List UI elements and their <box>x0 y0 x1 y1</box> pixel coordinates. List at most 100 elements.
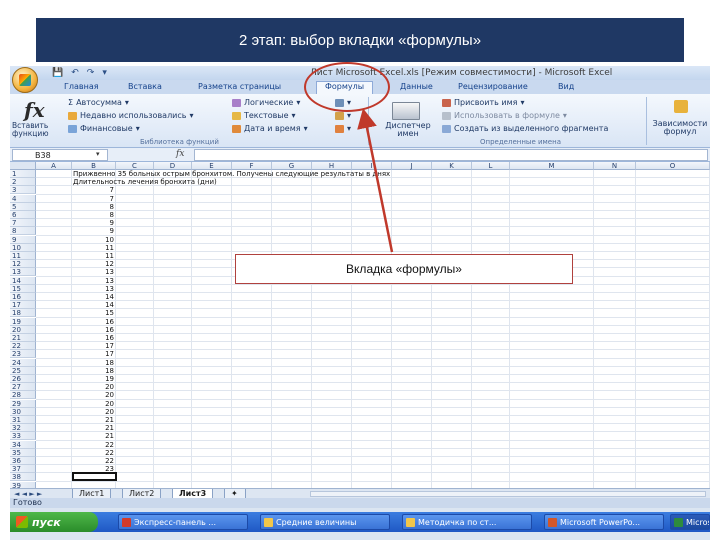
column-header[interactable]: E <box>192 162 232 170</box>
cell-value[interactable]: 16 <box>72 334 116 342</box>
row-header[interactable]: 35 <box>10 448 36 457</box>
datetime-functions-button[interactable]: Дата и время ▾ <box>232 124 308 133</box>
recent-functions-button[interactable]: Недавно использовались ▾ <box>68 111 194 120</box>
spreadsheet-grid[interactable]: A B C D E F G H I J K L M N O 1 2 3 4 5 6 7 8 9 10 11 12 13 14 15 16 17… <box>10 162 710 488</box>
column-header[interactable]: G <box>272 162 312 170</box>
cell-value[interactable]: 9 <box>72 219 116 227</box>
row-header[interactable]: 3 <box>10 186 36 195</box>
cell-value[interactable]: 22 <box>72 457 116 465</box>
redo-icon[interactable]: ↷ <box>87 68 95 78</box>
cell-value[interactable]: 21 <box>72 432 116 440</box>
column-header[interactable]: M <box>510 162 594 170</box>
selected-cell[interactable] <box>72 472 117 482</box>
undo-icon[interactable]: ↶ <box>71 68 79 78</box>
cell-value[interactable]: 20 <box>72 383 116 391</box>
row-header[interactable]: 12 <box>10 260 36 269</box>
row-header[interactable]: 21 <box>10 334 36 342</box>
cell-value[interactable]: 22 <box>72 449 116 457</box>
row-header[interactable]: 15 <box>10 284 36 293</box>
cell-value[interactable]: 12 <box>72 260 116 268</box>
cell-value[interactable]: 22 <box>72 441 116 449</box>
name-box-dropdown-icon[interactable]: ▾ <box>96 150 100 158</box>
row-header[interactable]: 2 <box>10 178 36 187</box>
row-header[interactable]: 17 <box>10 301 36 310</box>
row-header[interactable]: 6 <box>10 211 36 219</box>
office-button[interactable] <box>12 67 38 93</box>
row-header[interactable]: 5 <box>10 202 36 211</box>
logical-functions-button[interactable]: Логические ▾ <box>232 98 300 107</box>
column-header[interactable]: K <box>432 162 472 170</box>
use-in-formula-button[interactable]: Использовать в формуле ▾ <box>442 111 567 120</box>
formula-auditing-button[interactable]: Зависимости формул <box>650 120 710 136</box>
horizontal-scrollbar[interactable] <box>310 491 706 497</box>
row-header[interactable]: 10 <box>10 243 36 252</box>
row-header[interactable]: 38 <box>10 473 36 482</box>
column-header[interactable]: A <box>36 162 72 170</box>
column-header[interactable]: B <box>72 162 116 170</box>
row-header[interactable]: 7 <box>10 219 36 228</box>
cell-value[interactable]: 7 <box>72 186 116 194</box>
row-header[interactable]: 23 <box>10 350 36 359</box>
row-header[interactable]: 24 <box>10 358 36 367</box>
cell-value[interactable]: 16 <box>72 326 116 334</box>
row-header[interactable]: 36 <box>10 457 36 465</box>
cell-b2-text[interactable]: Длительность лечения бронхита (дни) <box>73 178 217 186</box>
row-header[interactable]: 13 <box>10 268 36 277</box>
create-from-selection-button[interactable]: Создать из выделенного фрагмента <box>442 124 608 133</box>
financial-functions-button[interactable]: Финансовые ▾ <box>68 124 140 133</box>
row-header[interactable]: 34 <box>10 440 36 449</box>
start-button[interactable]: пуск <box>10 512 98 532</box>
row-header[interactable]: 8 <box>10 227 36 236</box>
name-manager-button[interactable]: Диспетчер имен <box>380 122 436 138</box>
row-header[interactable]: 20 <box>10 325 36 334</box>
row-header[interactable]: 14 <box>10 276 36 285</box>
insert-function-icon[interactable]: fx <box>24 98 45 122</box>
row-header[interactable]: 18 <box>10 309 36 318</box>
cell-value[interactable]: 16 <box>72 318 116 326</box>
cell-value[interactable]: 19 <box>72 375 116 383</box>
column-header[interactable]: O <box>636 162 710 170</box>
row-header[interactable]: 9 <box>10 235 36 244</box>
cell-value[interactable]: 17 <box>72 342 116 350</box>
sheet-nav-buttons[interactable]: ◄ ◄ ► ► <box>14 490 42 498</box>
row-header[interactable]: 37 <box>10 465 36 474</box>
row-header[interactable]: 11 <box>10 252 36 260</box>
cell-value[interactable]: 15 <box>72 309 116 317</box>
text-functions-button[interactable]: Текстовые ▾ <box>232 111 296 120</box>
cell-value[interactable]: 14 <box>72 293 116 301</box>
column-header[interactable]: C <box>116 162 154 170</box>
cell-value[interactable]: 20 <box>72 391 116 399</box>
cell-value[interactable]: 8 <box>72 211 116 219</box>
cell-value[interactable]: 20 <box>72 408 116 416</box>
row-header[interactable]: 33 <box>10 432 36 441</box>
cell-value[interactable]: 8 <box>72 203 116 211</box>
cell-value[interactable]: 7 <box>72 195 116 203</box>
cell-value[interactable]: 10 <box>72 236 116 244</box>
taskbar-item-powerpoint[interactable]: Microsoft PowerPo... <box>544 514 664 530</box>
cell-value[interactable]: 11 <box>72 252 116 260</box>
row-header[interactable]: 26 <box>10 375 36 383</box>
tab-insert[interactable]: Вставка <box>128 82 162 94</box>
tab-page-layout[interactable]: Разметка страницы <box>198 82 281 94</box>
formula-input[interactable] <box>194 149 708 161</box>
row-header[interactable]: 30 <box>10 407 36 416</box>
row-header[interactable]: 25 <box>10 366 36 375</box>
cell-value[interactable]: 21 <box>72 416 116 424</box>
tab-view[interactable]: Вид <box>558 82 574 94</box>
save-icon[interactable]: 💾 <box>52 68 63 78</box>
tab-data[interactable]: Данные <box>400 82 433 94</box>
cell-value[interactable]: 18 <box>72 359 116 367</box>
cell-value[interactable]: 9 <box>72 227 116 235</box>
cell-value[interactable]: 14 <box>72 301 116 309</box>
row-header[interactable]: 22 <box>10 342 36 351</box>
cell-b1-text[interactable]: Прижвенно 35 больных острым бронхитом. П… <box>73 170 390 178</box>
taskbar-item-folder-manual[interactable]: Методичка по ст... <box>402 514 532 530</box>
column-header[interactable]: F <box>232 162 272 170</box>
cell-value[interactable]: 13 <box>72 277 116 285</box>
tab-home[interactable]: Главная <box>64 82 99 94</box>
select-all-corner[interactable] <box>10 162 36 170</box>
assign-name-button[interactable]: Присвоить имя ▾ <box>442 98 524 107</box>
cell-value[interactable]: 17 <box>72 350 116 358</box>
row-header[interactable]: 31 <box>10 416 36 424</box>
column-header[interactable]: N <box>594 162 636 170</box>
